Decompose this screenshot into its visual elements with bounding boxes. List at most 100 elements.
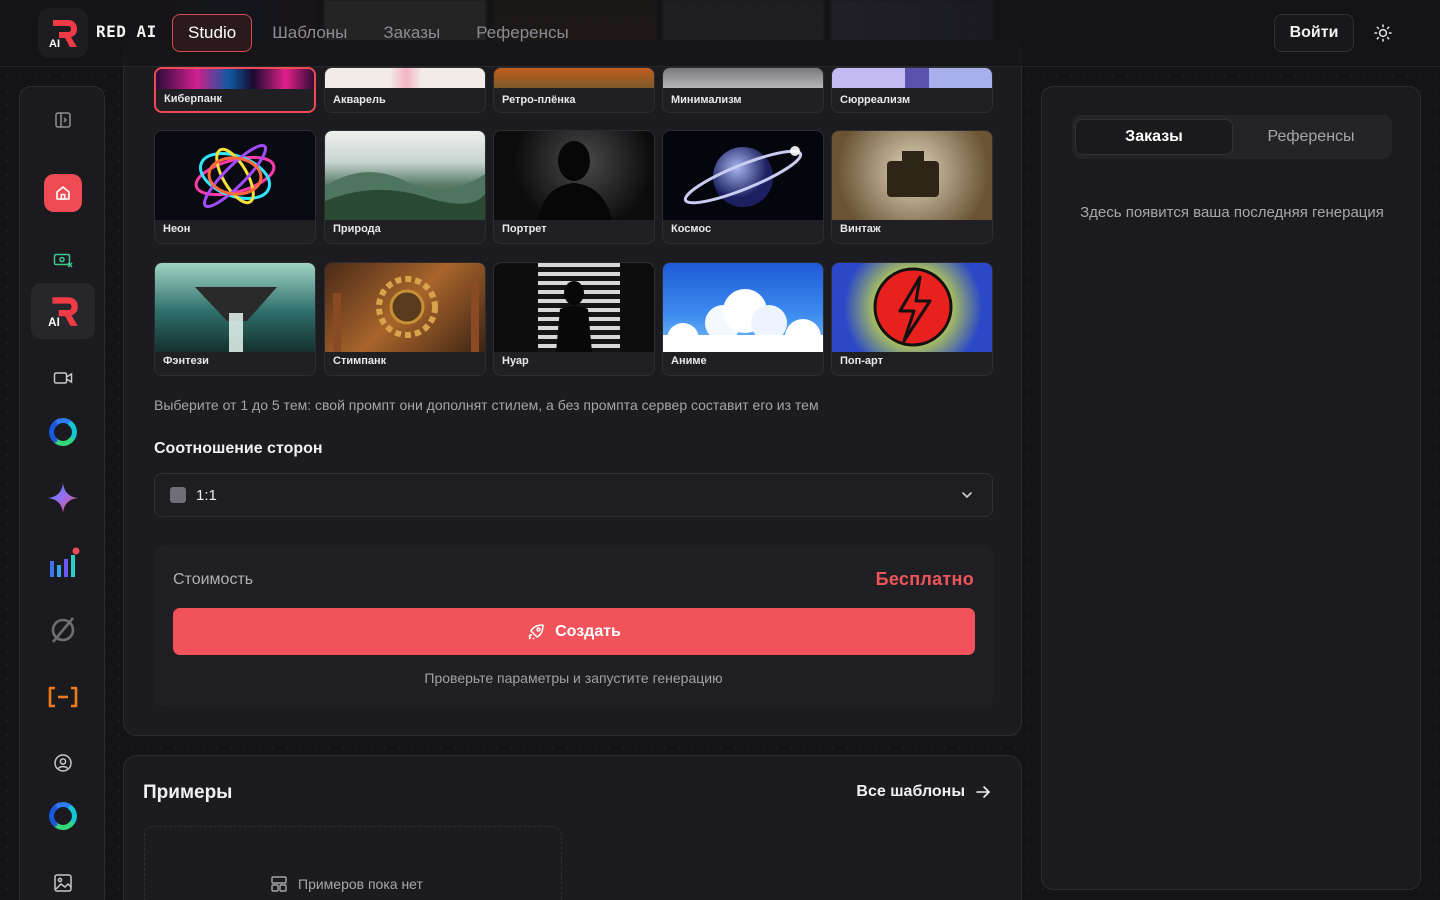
style-card-pop-art[interactable]: Поп-арт	[831, 262, 993, 376]
floating-island-art	[195, 287, 277, 352]
aspect-ratio-value: 1:1	[196, 486, 217, 504]
chevron-down-icon	[962, 492, 972, 499]
sidebar-item-openai[interactable]	[31, 602, 95, 658]
examples-empty-text: Примеров пока нет	[298, 876, 423, 892]
style-label: Космос	[671, 223, 712, 235]
image-icon	[54, 874, 72, 892]
style-label: Сюрреализм	[840, 94, 911, 106]
tab-orders[interactable]: Заказы	[1075, 119, 1233, 155]
sidebar-item-ring-app[interactable]	[31, 404, 95, 460]
user-circle-icon	[54, 754, 72, 772]
cost-value: Бесплатно	[875, 569, 974, 589]
chart-icon	[50, 547, 80, 577]
main-nav: Studio Шаблоны Заказы Референсы	[172, 14, 585, 52]
sun-icon	[1374, 24, 1392, 42]
style-card-space[interactable]: Космос	[662, 130, 824, 244]
svg-text:AI: AI	[48, 316, 60, 329]
sidebar-item-analytics[interactable]	[31, 536, 95, 592]
silhouette-art	[538, 141, 612, 220]
clouds-art	[663, 289, 823, 355]
all-templates-link[interactable]: Все шаблоны	[856, 783, 991, 801]
style-label: Ретро-плёнка	[502, 94, 576, 106]
sidebar-item-earnings[interactable]	[31, 232, 95, 288]
style-label: Киберпанк	[164, 93, 223, 105]
style-thumbnail	[832, 131, 992, 220]
sidebar-item-red-ai[interactable]: AI	[31, 283, 95, 339]
style-card-cyberpunk[interactable]: Киберпанк	[154, 67, 316, 113]
nav-orders[interactable]: Заказы	[367, 14, 456, 52]
style-thumbnail	[663, 131, 823, 220]
square-ratio-icon	[170, 487, 186, 503]
history-panel: Заказы Референсы Здесь появится ваша пос…	[1041, 86, 1421, 890]
noir-art	[494, 263, 654, 352]
sidebar-toggle[interactable]	[31, 92, 95, 148]
ring-logo-icon	[49, 418, 77, 446]
cost-label: Стоимость	[173, 571, 254, 588]
create-button-label: Создать	[555, 622, 621, 640]
style-card-surrealism[interactable]: Сюрреализм	[831, 67, 993, 113]
styles-hint: Выберите от 1 до 5 тем: свой промпт они …	[154, 397, 819, 413]
style-thumbnail	[155, 131, 315, 220]
camera-art	[887, 151, 939, 197]
style-card-vintage[interactable]: Винтаж	[831, 130, 993, 244]
style-label: Поп-арт	[840, 355, 884, 367]
style-card-minimalism[interactable]: Минимализм	[662, 67, 824, 113]
nav-studio[interactable]: Studio	[172, 14, 253, 52]
style-card-noir[interactable]: Нуар	[493, 262, 655, 376]
sparkle-icon	[48, 483, 78, 513]
examples-title: Примеры	[143, 782, 233, 803]
style-card-watercolor[interactable]: Акварель	[324, 67, 486, 113]
style-card-nature[interactable]: Природа	[324, 130, 486, 244]
style-thumbnail	[325, 131, 485, 220]
style-thumbnail	[156, 69, 314, 89]
sidebar-item-video[interactable]	[31, 350, 95, 406]
nav-templates[interactable]: Шаблоны	[256, 14, 363, 52]
style-thumbnail	[832, 263, 992, 352]
bracket-icon	[48, 686, 78, 708]
history-tabs: Заказы Референсы	[1072, 115, 1392, 159]
theme-toggle-button[interactable]	[1368, 18, 1398, 48]
style-thumbnail	[494, 131, 654, 220]
style-card-portrait[interactable]: Портрет	[493, 130, 655, 244]
sidebar-item-ring-app-2[interactable]	[31, 788, 95, 844]
style-label: Неон	[163, 223, 191, 235]
rocket-icon	[528, 623, 544, 640]
red-ai-logo-icon: AI	[49, 20, 77, 50]
studio-form-card: Киберпанк Акварель Ретро-плёнка Минимали…	[123, 40, 1022, 736]
sidebar-item-gemini[interactable]	[31, 470, 95, 526]
style-thumbnail	[325, 263, 485, 352]
aspect-ratio-select[interactable]: 1:1	[154, 473, 993, 517]
sidebar-item-gallery[interactable]	[31, 855, 95, 900]
style-card-retro-film[interactable]: Ретро-плёнка	[493, 67, 655, 113]
style-label: Нуар	[502, 355, 529, 367]
style-card-fantasy[interactable]: Фэнтези	[154, 262, 316, 376]
create-hint: Проверьте параметры и запустите генераци…	[424, 670, 723, 686]
sidebar-item-home[interactable]	[31, 165, 95, 221]
sidebar-item-profile[interactable]	[31, 735, 95, 791]
style-label: Портрет	[502, 223, 547, 235]
all-templates-label: Все шаблоны	[856, 783, 965, 800]
style-thumbnail	[832, 68, 992, 88]
left-sidebar: AI	[19, 86, 105, 900]
layout-icon	[271, 876, 287, 892]
login-button[interactable]: Войти	[1274, 14, 1354, 52]
neon-art	[194, 143, 276, 209]
style-card-steampunk[interactable]: Стимпанк	[324, 262, 486, 376]
sidebar-item-alibaba[interactable]	[31, 669, 95, 725]
style-thumbnail	[325, 68, 485, 88]
style-thumbnail	[663, 263, 823, 355]
style-card-neon[interactable]: Неон	[154, 130, 316, 244]
tab-references[interactable]: Референсы	[1233, 119, 1389, 155]
nav-references[interactable]: Референсы	[460, 14, 585, 52]
style-label: Фэнтези	[163, 355, 209, 367]
arrow-right-icon	[976, 786, 991, 798]
openai-icon	[51, 617, 75, 643]
ring-logo-icon	[49, 802, 77, 830]
create-button[interactable]: Создать	[173, 608, 975, 655]
brand-logo[interactable]: AI	[38, 8, 88, 58]
style-thumbnail	[494, 68, 654, 88]
style-card-anime[interactable]: Аниме	[662, 262, 824, 376]
examples-empty-state: Примеров пока нет	[270, 875, 423, 893]
cost-panel: Стоимость Бесплатно Создать Проверьте па…	[154, 545, 993, 707]
money-icon	[53, 253, 73, 268]
